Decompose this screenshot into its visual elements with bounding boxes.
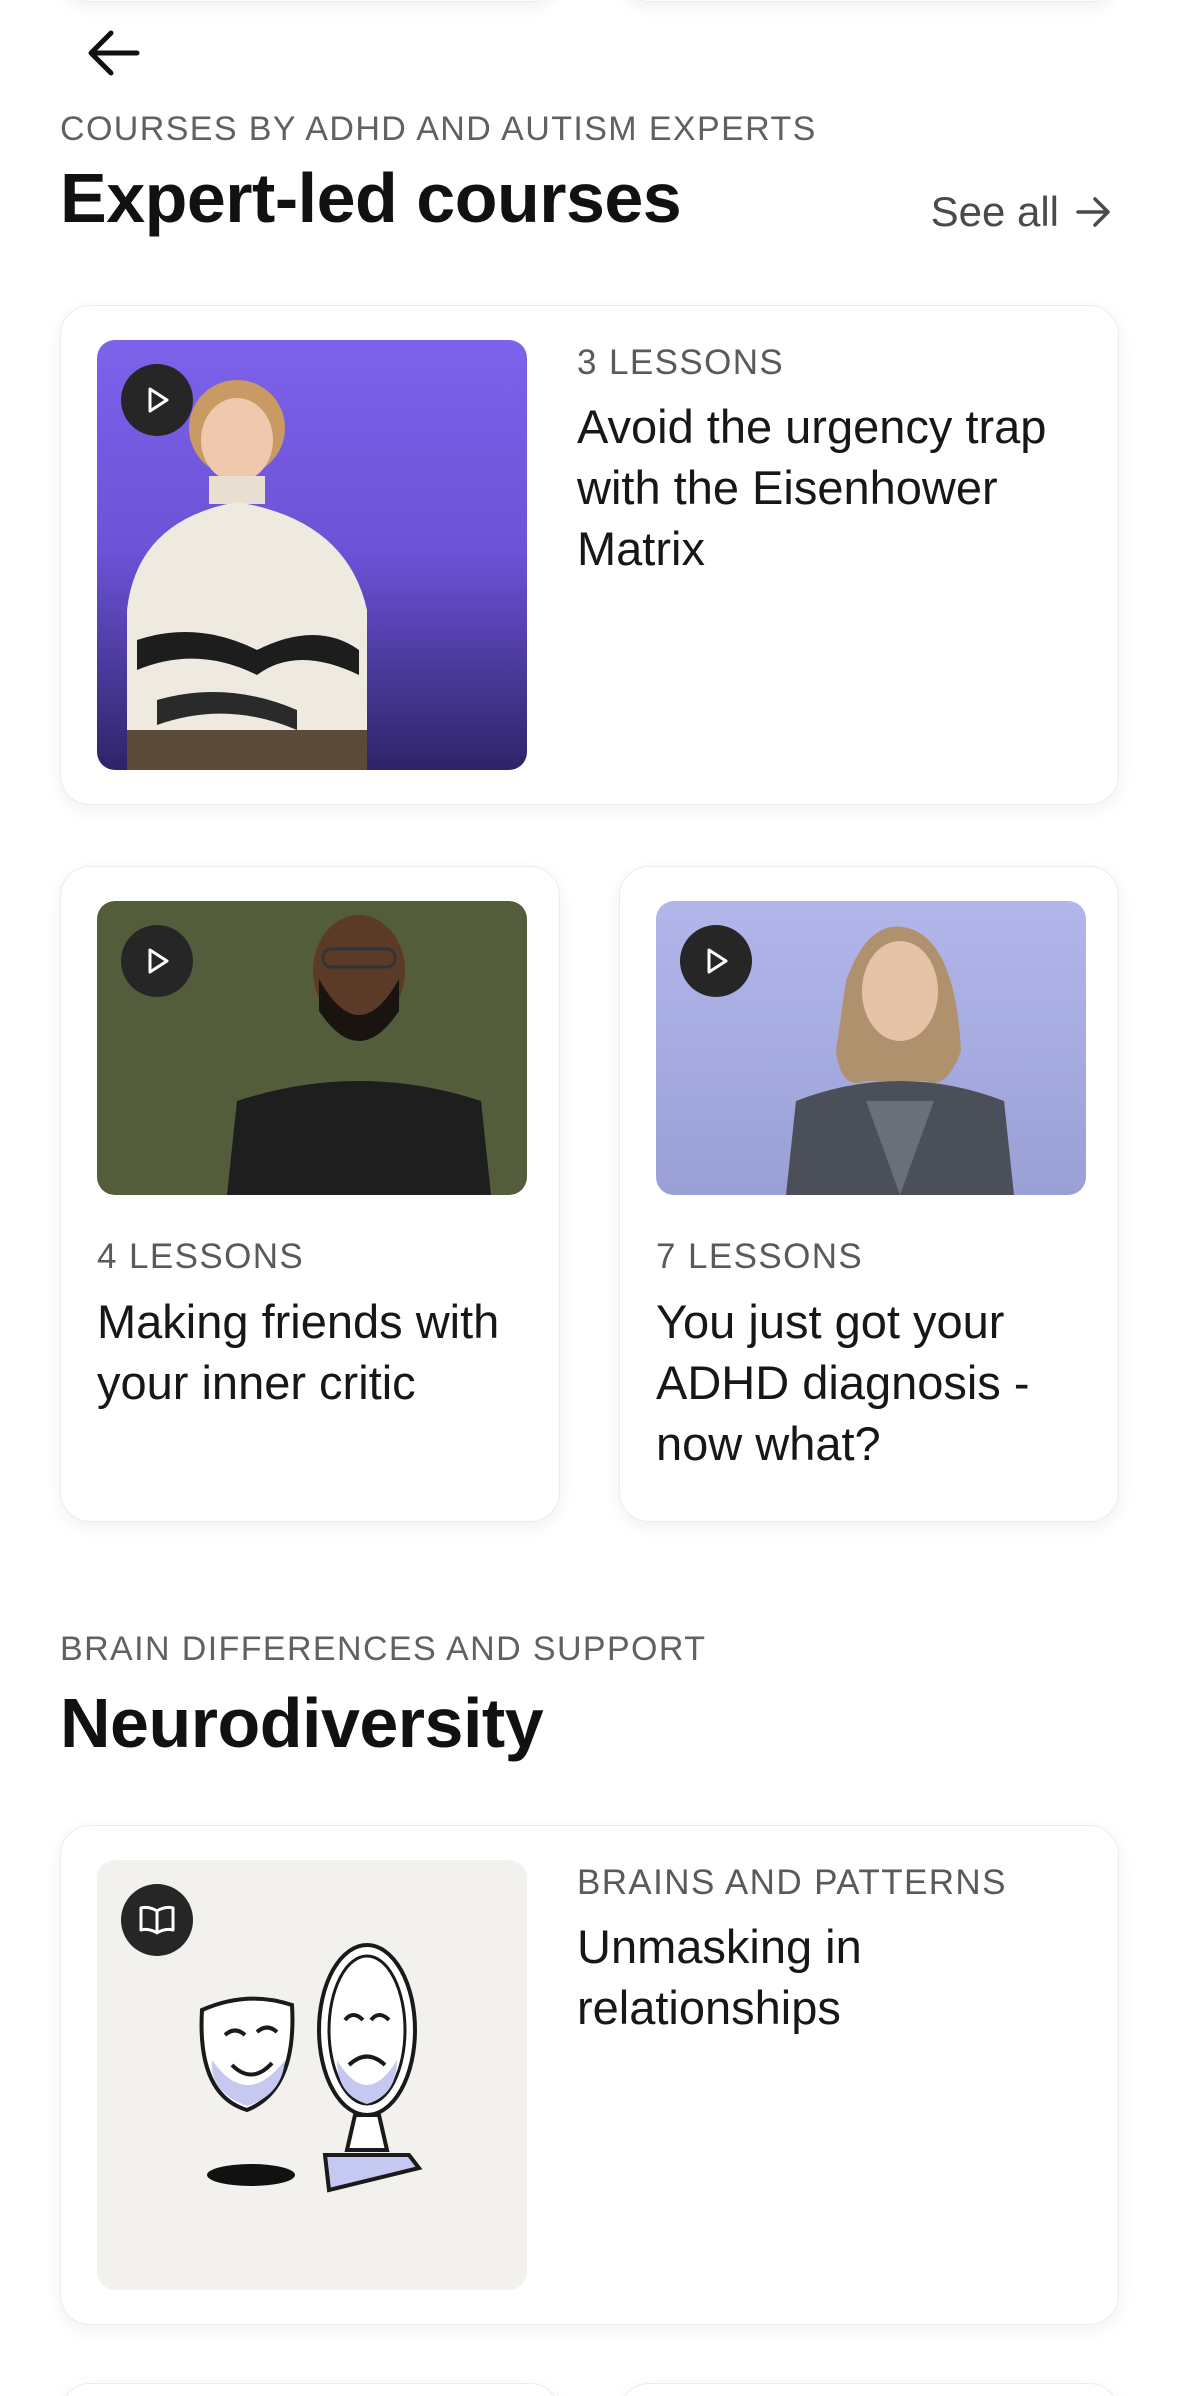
play-icon bbox=[707, 948, 728, 974]
course-card[interactable]: 7 LESSONS You just got your ADHD diagnos… bbox=[619, 866, 1119, 1522]
article-badge bbox=[121, 1884, 193, 1956]
see-all-label: See all bbox=[930, 188, 1059, 235]
see-all-link[interactable]: See all bbox=[931, 188, 1113, 236]
article-thumbnail bbox=[97, 1860, 527, 2290]
play-button[interactable] bbox=[121, 364, 193, 436]
lesson-count: 3 LESSONS bbox=[577, 343, 785, 382]
course-title: Avoid the urgency trap with the Eisenhow… bbox=[577, 400, 1047, 575]
course-title: You just got your ADHD diagnosis - now w… bbox=[656, 1295, 1030, 1470]
screen: COURSES BY ADHD AND AUTISM EXPERTS Exper… bbox=[0, 0, 1179, 2396]
next-card-right[interactable] bbox=[619, 2383, 1119, 2396]
back-button[interactable] bbox=[76, 22, 148, 84]
previous-card-left[interactable] bbox=[60, 0, 560, 2]
arrow-right-icon bbox=[1076, 197, 1110, 227]
article-card[interactable]: BRAINS AND PATTERNS Unmasking in relatio… bbox=[60, 1825, 1119, 2325]
course-title: Making friends with your inner critic bbox=[97, 1295, 500, 1409]
section-title-neuro: Neurodiversity bbox=[60, 1684, 544, 1762]
course-card[interactable]: 3 LESSONS Avoid the urgency trap with th… bbox=[60, 305, 1119, 805]
course-thumbnail bbox=[97, 901, 527, 1195]
play-icon bbox=[148, 387, 169, 413]
next-card-left[interactable] bbox=[60, 2383, 560, 2396]
course-thumbnail bbox=[656, 901, 1086, 1195]
article-title: Unmasking in relationships bbox=[577, 1920, 862, 2034]
previous-card-right[interactable] bbox=[619, 0, 1119, 2]
section-eyebrow-neuro: BRAIN DIFFERENCES AND SUPPORT bbox=[60, 1630, 707, 1668]
play-button[interactable] bbox=[121, 925, 193, 997]
article-category: BRAINS AND PATTERNS bbox=[577, 1863, 1007, 1902]
book-open-icon bbox=[139, 1905, 175, 1935]
lesson-count: 4 LESSONS bbox=[97, 1237, 305, 1276]
play-icon bbox=[148, 948, 169, 974]
lesson-count: 7 LESSONS bbox=[656, 1237, 864, 1276]
play-button[interactable] bbox=[680, 925, 752, 997]
section-eyebrow-expert: COURSES BY ADHD AND AUTISM EXPERTS bbox=[60, 110, 817, 148]
section-title-expert: Expert-led courses bbox=[60, 159, 682, 237]
course-card[interactable]: 4 LESSONS Making friends with your inner… bbox=[60, 866, 560, 1522]
arrow-left-icon bbox=[88, 30, 140, 76]
course-thumbnail bbox=[97, 340, 527, 770]
